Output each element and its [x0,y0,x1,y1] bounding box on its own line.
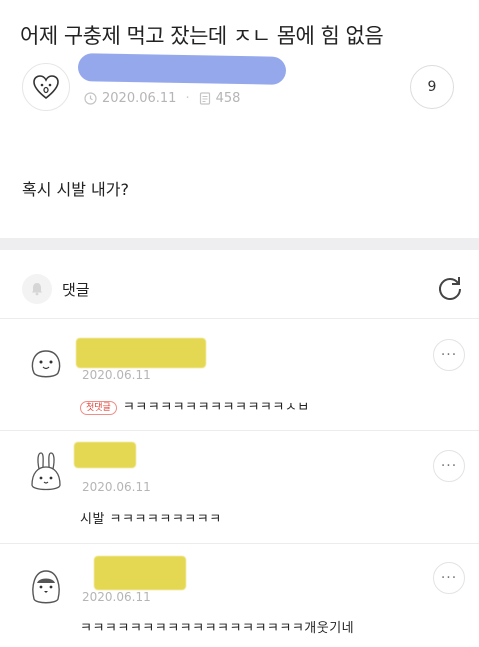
author-avatar[interactable] [22,63,70,111]
comment-author-redaction [76,338,206,368]
comment-avatar[interactable] [24,451,68,495]
comment-author-redaction [74,442,136,468]
post-title: 어제 구충제 먹고 잤는데 ㅈㄴ 몸에 힘 없음 [20,24,384,48]
blob-face-icon [31,350,61,378]
comment-avatar[interactable] [24,341,68,385]
comment-count-button[interactable]: 9 [410,65,454,109]
comment-more-button[interactable]: ··· [433,562,465,594]
post-date: 2020.06.11 [102,91,177,106]
meta-separator: · [185,91,190,106]
more-icon: ··· [440,458,458,474]
author-name-redaction [77,53,287,85]
section-divider [0,238,479,250]
post-meta: 2020.06.11 · 458 [84,91,240,106]
heart-face-icon [33,75,59,100]
comment-avatar[interactable] [24,562,68,606]
comments-label: 댓글 [62,280,90,299]
comment-date: 2020.06.11 [82,480,151,494]
bell-icon[interactable] [22,274,52,304]
first-comment-badge: 첫댓글 [80,401,117,415]
comment-more-button[interactable]: ··· [433,450,465,482]
comment-text: 시발 ㅋㅋㅋㅋㅋㅋㅋㅋㅋ [80,512,222,527]
penguin-icon [32,570,60,604]
refresh-icon[interactable] [436,274,464,302]
post-body: 혹시 시발 내가? [22,180,129,199]
comment-date: 2020.06.11 [82,590,151,604]
separator-line [0,318,479,319]
separator-line [0,543,479,544]
comment-author-redaction [94,556,186,590]
comment-text: ㅋㅋㅋㅋㅋㅋㅋㅋㅋㅋㅋㅋㅋㅅㅂ [122,400,310,415]
more-icon: ··· [440,347,458,363]
view-count: 458 [215,91,241,106]
comment-more-button[interactable]: ··· [433,339,465,371]
separator-line [0,430,479,431]
more-icon: ··· [440,570,458,586]
comment-date: 2020.06.11 [82,368,151,382]
rabbit-icon [31,452,61,491]
comment-count: 9 [427,79,437,95]
comment-body: 첫댓글 ㅋㅋㅋㅋㅋㅋㅋㅋㅋㅋㅋㅋㅋㅅㅂ [80,396,310,415]
document-icon [199,92,210,105]
comments-header: 댓글 [22,274,90,304]
clock-icon [84,92,97,105]
comment-text: ㅋㅋㅋㅋㅋㅋㅋㅋㅋㅋㅋㅋㅋㅋㅋㅋㅋㅋ개웃기네 [80,621,355,636]
